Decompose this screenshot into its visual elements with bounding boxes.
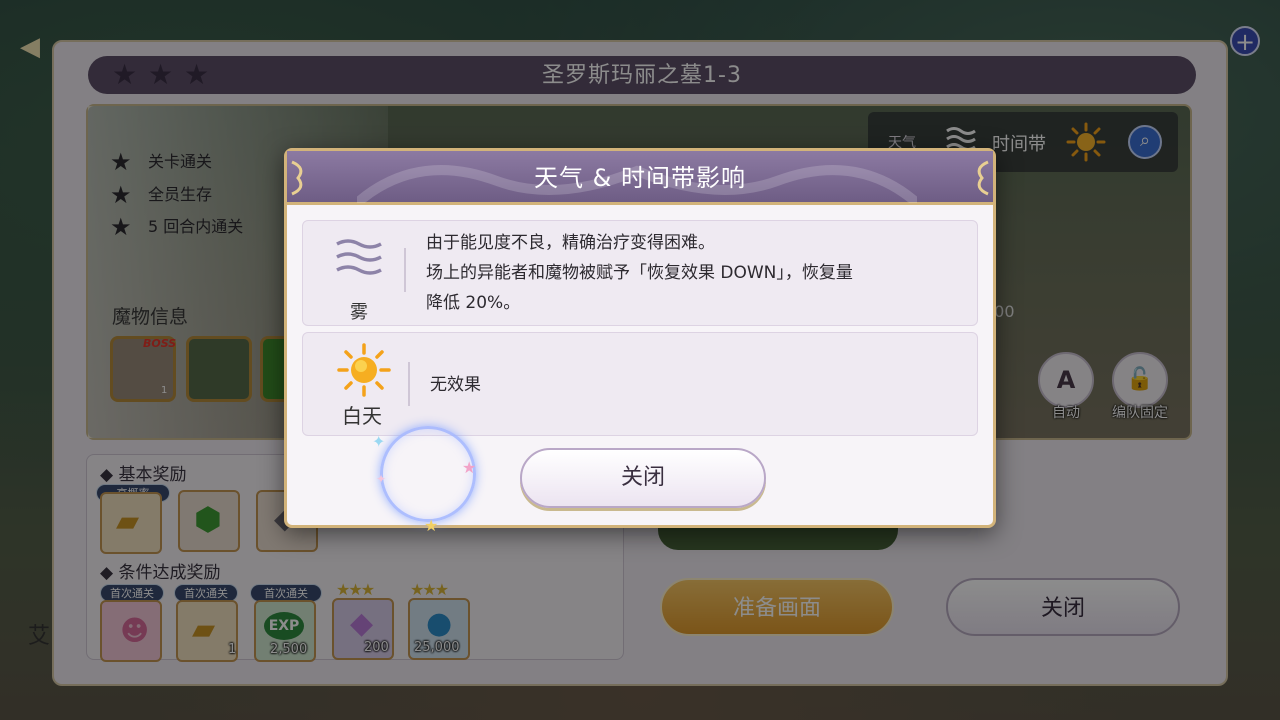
fog-effect-line: 由于能见度不良，精确治疗变得困难。	[426, 233, 715, 253]
sparkle-star-icon: ★	[462, 458, 477, 477]
sparkle-star-icon: ✦	[372, 432, 386, 451]
divider	[408, 362, 410, 406]
fog-icon	[336, 239, 382, 275]
dialog-close-button[interactable]: 关闭	[520, 448, 766, 508]
fog-effect-line: 场上的异能者和魔物被赋予「恢复效果 DOWN」，恢复量	[426, 263, 853, 283]
fog-effect-line: 降低 20%。	[426, 293, 521, 313]
divider	[404, 248, 406, 292]
sparkle-star-icon: ✦	[376, 472, 387, 486]
daytime-name: 白天	[342, 404, 382, 428]
sparkle-star-icon: ★	[424, 516, 439, 535]
daytime-effect-text: 无效果	[430, 375, 481, 395]
corner-ornament-icon	[291, 160, 303, 196]
sun-icon	[337, 343, 391, 397]
corner-ornament-icon	[977, 160, 989, 196]
fog-name: 雾	[350, 302, 368, 323]
dialog-title: 天气 & 时间带影响	[534, 164, 746, 192]
daytime-effect-row	[302, 332, 978, 436]
